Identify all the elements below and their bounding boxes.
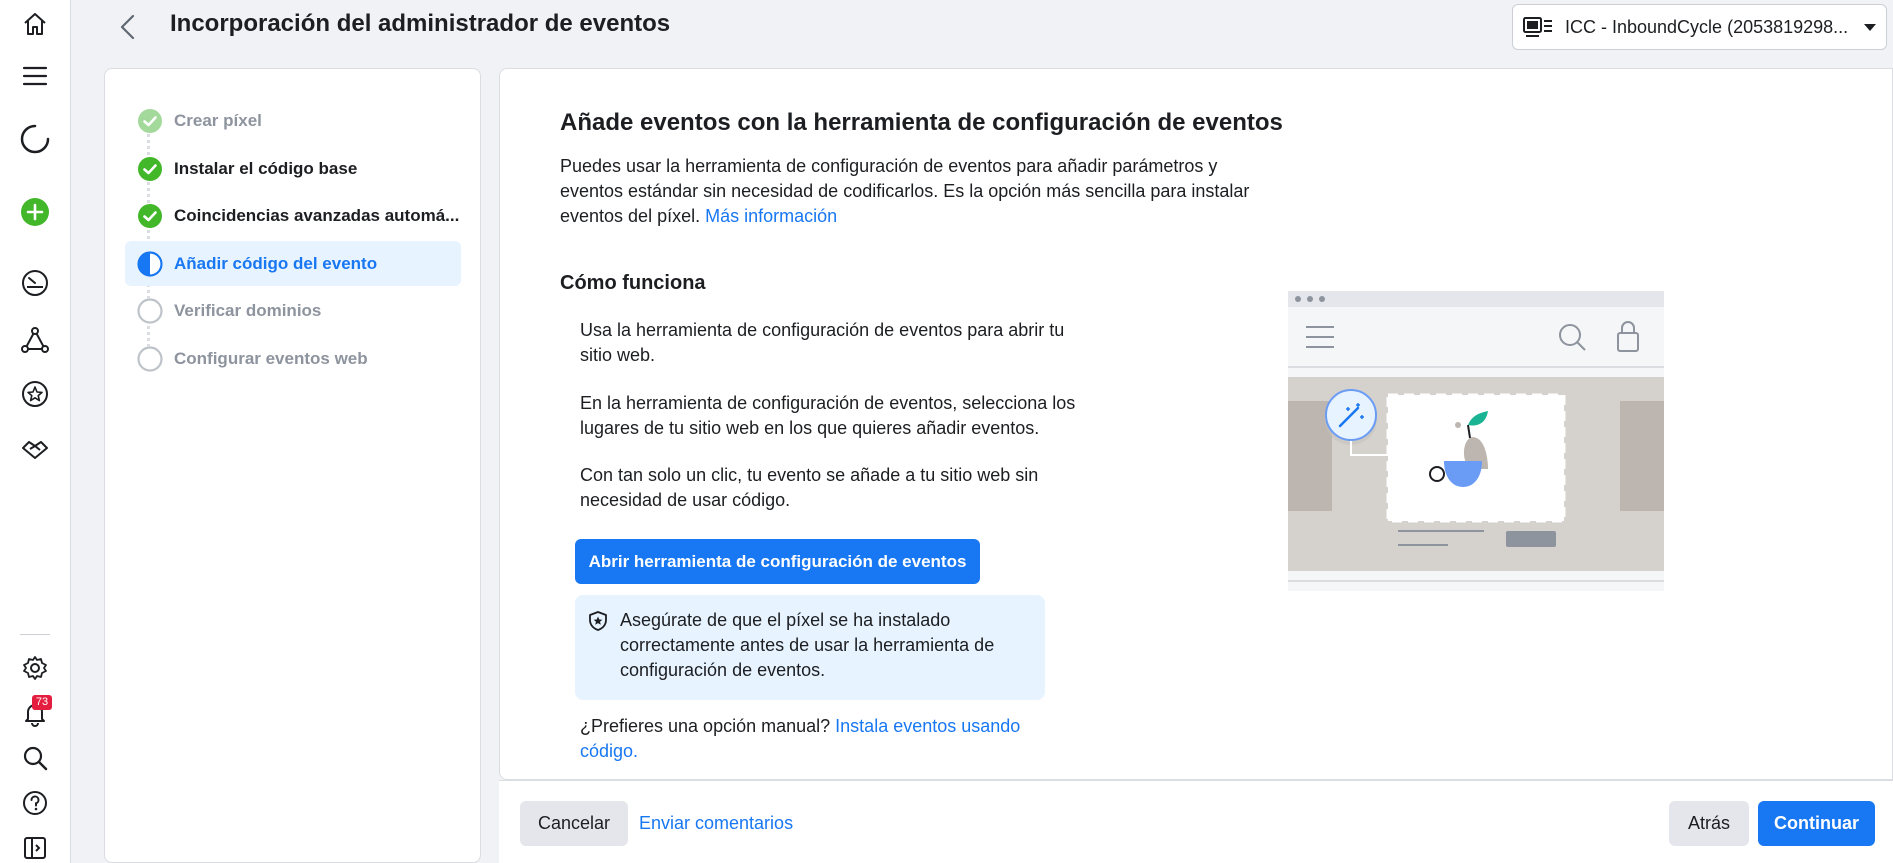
pixel-notice: Asegúrate de que el píxel se ha instalad…: [575, 595, 1045, 700]
help-icon[interactable]: [17, 785, 53, 821]
back-button[interactable]: Atrás: [1669, 801, 1749, 846]
account-name: ICC - InboundCycle (2053819298...: [1565, 16, 1849, 37]
continue-button[interactable]: Continuar: [1758, 801, 1875, 846]
ad-account-icon: [1523, 17, 1552, 37]
chevron-left-icon: [120, 14, 135, 40]
footer-bar: Cancelar Enviar comentarios Atrás Contin…: [499, 780, 1893, 863]
rail-divider: [20, 634, 50, 635]
settings-icon[interactable]: [17, 650, 53, 686]
step-label: Crear píxel: [174, 110, 262, 130]
main-card: Añade eventos con la herramienta de conf…: [499, 68, 1893, 780]
loading-icon: [17, 121, 53, 157]
search-icon[interactable]: [17, 740, 53, 776]
intro-paragraph: Puedes usar la herramienta de configurac…: [560, 154, 1280, 229]
handshake-icon[interactable]: [17, 431, 53, 467]
step-verify-domains[interactable]: Verificar dominios: [125, 288, 461, 333]
home-icon[interactable]: [17, 6, 53, 42]
step-install-base-code[interactable]: Instalar el código base: [125, 146, 461, 191]
open-event-setup-tool-button[interactable]: Abrir herramienta de configuración de ev…: [575, 539, 980, 584]
page-title: Incorporación del administrador de event…: [170, 10, 671, 37]
how-step-2: En la herramienta de configuración de ev…: [580, 393, 1076, 438]
left-rail: 73: [0, 0, 71, 863]
sidebar-toggle-icon[interactable]: [17, 830, 53, 863]
steps-panel: Crear píxel Instalar el código base Coin…: [104, 68, 481, 863]
network-icon[interactable]: [17, 322, 53, 358]
intro-text: Puedes usar la herramienta de configurac…: [560, 156, 1250, 226]
shield-icon: [589, 611, 607, 631]
check-circle-icon: [137, 155, 163, 182]
step-configure-web-events[interactable]: Configurar eventos web: [125, 336, 461, 381]
add-icon[interactable]: [17, 194, 53, 230]
how-step-1: Usa la herramienta de configuración de e…: [580, 320, 1065, 365]
manual-option: ¿Prefieres una opción manual? Instala ev…: [580, 714, 1040, 764]
pixel-notice-text: Asegúrate de que el píxel se ha instalad…: [620, 610, 995, 680]
star-icon[interactable]: [17, 376, 53, 412]
step-create-pixel[interactable]: Crear píxel: [125, 98, 461, 143]
step-advanced-matching[interactable]: Coincidencias avanzadas automá...: [125, 193, 461, 238]
check-circle-icon: [137, 202, 163, 229]
step-label: Instalar el código base: [174, 158, 358, 178]
manual-prompt: ¿Prefieres una opción manual?: [580, 716, 831, 736]
top-bar: Incorporación del administrador de event…: [71, 0, 1893, 52]
menu-icon[interactable]: [17, 58, 53, 94]
more-info-link[interactable]: Más información: [705, 206, 837, 226]
step-label: Verificar dominios: [174, 300, 322, 320]
empty-circle-icon: [137, 345, 163, 372]
how-it-works-title: Cómo funciona: [560, 272, 706, 294]
step-add-event-code[interactable]: Añadir código del evento: [125, 241, 461, 286]
step-label: Añadir código del evento: [174, 253, 378, 273]
dashboard-icon[interactable]: [17, 265, 53, 301]
how-step-3: Con tan solo un clic, tu evento se añade…: [580, 465, 1039, 510]
account-selector[interactable]: ICC - InboundCycle (2053819298...: [1512, 4, 1887, 50]
half-circle-icon: [137, 250, 163, 277]
empty-circle-icon: [137, 297, 163, 324]
send-feedback-link[interactable]: Enviar comentarios: [639, 813, 793, 834]
event-setup-illustration: [1288, 291, 1664, 591]
check-circle-icon: [137, 107, 163, 134]
cancel-button[interactable]: Cancelar: [520, 801, 628, 846]
step-label: Configurar eventos web: [174, 348, 368, 368]
step-label: Coincidencias avanzadas automá...: [174, 205, 460, 225]
chevron-down-icon: [1864, 23, 1876, 31]
section-title: Añade eventos con la herramienta de conf…: [560, 109, 1283, 136]
back-arrow-button[interactable]: [111, 10, 145, 44]
notification-badge: 73: [32, 695, 52, 710]
